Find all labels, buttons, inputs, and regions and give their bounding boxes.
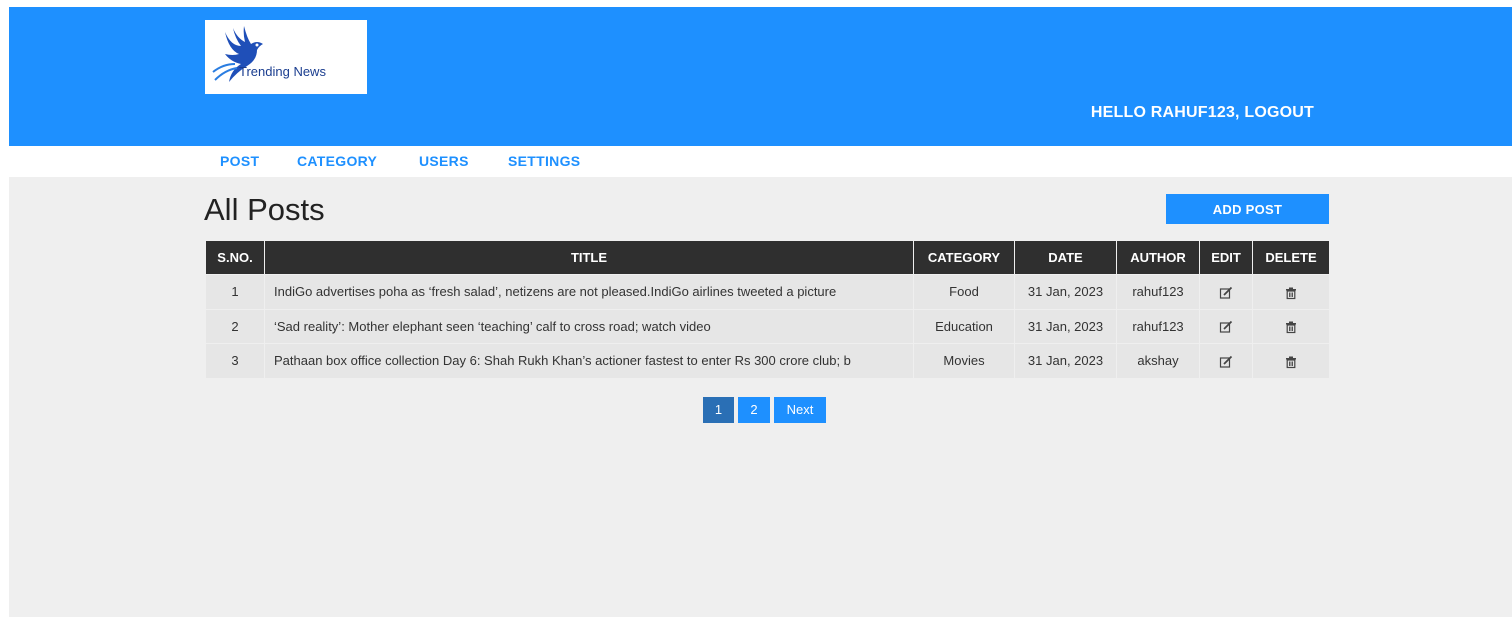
page-button-2[interactable]: 2 — [738, 397, 770, 423]
site-logo[interactable]: Trending News — [205, 20, 367, 94]
cell-sno: 3 — [205, 343, 265, 379]
menu-item-category[interactable]: CATEGORY — [297, 153, 377, 169]
cell-author: akshay — [1116, 343, 1200, 379]
logout-link[interactable]: HELLO RAHUF123, LOGOUT — [1091, 104, 1314, 122]
menu-item-post[interactable]: POST — [220, 153, 259, 169]
cell-title: IndiGo advertises poha as ‘fresh salad’,… — [264, 274, 914, 310]
cell-title: ‘Sad reality’: Mother elephant seen ‘tea… — [264, 308, 914, 344]
page-button-1[interactable]: 1 — [703, 397, 734, 423]
cell-sno: 2 — [205, 308, 265, 344]
trash-icon[interactable] — [1284, 286, 1298, 300]
column-header-sno: S.NO. — [205, 240, 265, 275]
edit-icon[interactable] — [1219, 320, 1233, 334]
cell-sno: 1 — [205, 274, 265, 310]
edit-icon[interactable] — [1219, 286, 1233, 300]
column-header-delete: DELETE — [1252, 240, 1330, 275]
cell-edit — [1199, 343, 1253, 379]
posts-table: S.NO. TITLE CATEGORY DATE AUTHOR EDIT DE… — [205, 240, 1330, 379]
column-header-category: CATEGORY — [913, 240, 1015, 275]
cell-date: 31 Jan, 2023 — [1014, 308, 1117, 344]
edit-icon[interactable] — [1219, 355, 1233, 369]
trash-icon[interactable] — [1284, 320, 1298, 334]
add-post-button[interactable]: ADD POST — [1166, 194, 1329, 224]
cell-delete — [1252, 308, 1330, 344]
column-header-date: DATE — [1014, 240, 1117, 275]
cell-edit — [1199, 274, 1253, 310]
column-header-title: TITLE — [264, 240, 914, 275]
table-row: 2 ‘Sad reality’: Mother elephant seen ‘t… — [205, 308, 1330, 344]
cell-title: Pathaan box office collection Day 6: Sha… — [264, 343, 914, 379]
menu-item-users[interactable]: USERS — [419, 153, 469, 169]
site-header: Trending News HELLO RAHUF123, LOGOUT — [9, 7, 1512, 146]
column-header-edit: EDIT — [1199, 240, 1253, 275]
table-row: 3 Pathaan box office collection Day 6: S… — [205, 343, 1330, 379]
table-header-row: S.NO. TITLE CATEGORY DATE AUTHOR EDIT DE… — [205, 240, 1330, 275]
cell-date: 31 Jan, 2023 — [1014, 274, 1117, 310]
cell-category: Movies — [913, 343, 1015, 379]
cell-delete — [1252, 343, 1330, 379]
cell-category: Education — [913, 308, 1015, 344]
table-row: 1 IndiGo advertises poha as ‘fresh salad… — [205, 274, 1330, 310]
page-frame: Trending News HELLO RAHUF123, LOGOUT POS… — [9, 7, 1512, 617]
cell-date: 31 Jan, 2023 — [1014, 343, 1117, 379]
cell-author: rahuf123 — [1116, 274, 1200, 310]
page-title: All Posts — [204, 192, 325, 227]
cell-category: Food — [913, 274, 1015, 310]
cell-delete — [1252, 274, 1330, 310]
logo-text: Trending News — [239, 64, 326, 79]
cell-author: rahuf123 — [1116, 308, 1200, 344]
main-menu: POST CATEGORY USERS SETTINGS — [9, 146, 1512, 177]
menu-item-settings[interactable]: SETTINGS — [508, 153, 580, 169]
trash-icon[interactable] — [1284, 355, 1298, 369]
next-page-button[interactable]: Next — [774, 397, 826, 423]
column-header-author: AUTHOR — [1116, 240, 1200, 275]
cell-edit — [1199, 308, 1253, 344]
